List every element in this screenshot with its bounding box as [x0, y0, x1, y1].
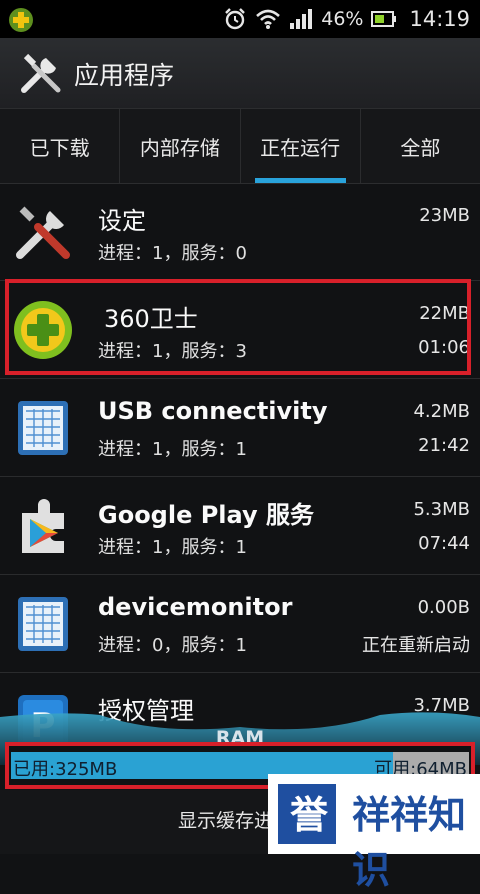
tab-label: 正在运行	[260, 135, 341, 160]
app-process-info: 进程：1，服务：0	[98, 243, 247, 264]
running-apps-list: 设定 进程：1，服务：0 23MB 360卫士 进程：1，服务：3 22MB 0…	[0, 183, 480, 770]
watermark-text: 誉	[290, 793, 330, 837]
clock: 14:19	[409, 7, 470, 31]
app-runtime: 21:42	[418, 435, 470, 456]
app-process-info: 进程：1，服务：1	[98, 537, 247, 558]
tab-all[interactable]: 全部	[361, 109, 480, 183]
app-memory-size: 23MB	[419, 205, 470, 226]
show-cached-processes-button[interactable]: 显示缓存进	[178, 806, 273, 833]
page-title: 应用程序	[74, 61, 175, 90]
tab-internal-storage[interactable]: 内部存储	[120, 109, 241, 183]
signal-icon	[290, 9, 313, 29]
action-bar: 应用程序	[0, 38, 480, 108]
app-memory-size: 0.00B	[417, 597, 470, 618]
wifi-icon	[256, 9, 281, 29]
app-process-info: 进程：0，服务：1	[98, 635, 247, 656]
app-memory-size: 5.3MB	[413, 499, 470, 520]
google-play-services-icon	[22, 499, 64, 553]
tools-icon[interactable]	[18, 50, 64, 96]
blueprint-app-icon	[18, 597, 68, 651]
tab-label: 内部存储	[139, 135, 220, 160]
blueprint-app-icon	[18, 401, 68, 455]
app-runtime: 07:44	[418, 533, 470, 554]
battery-icon	[371, 11, 397, 27]
app-name: Google Play 服务	[98, 501, 314, 529]
list-item[interactable]: 设定 进程：1，服务：0 23MB	[0, 183, 480, 281]
tab-bar: 已下载 内部存储 正在运行 全部	[0, 108, 480, 184]
tab-downloaded[interactable]: 已下载	[0, 109, 121, 183]
list-item[interactable]: Google Play 服务 进程：1，服务：1 5.3MB 07:44	[0, 477, 480, 575]
app-memory-size: 4.2MB	[413, 401, 470, 422]
settings-tools-icon	[16, 206, 70, 259]
list-item[interactable]: devicemonitor 进程：0，服务：1 0.00B 正在重新启动	[0, 575, 480, 673]
tab-label: 已下载	[29, 135, 90, 160]
app-name: devicemonitor	[98, 593, 293, 621]
watermark-logo: 誉 祥祥知识	[268, 774, 480, 892]
app-status: 正在重新启动	[362, 635, 470, 656]
tab-running[interactable]: 正在运行	[241, 109, 361, 183]
status-bar: 46% 14:19	[0, 0, 480, 38]
tab-label: 全部	[400, 135, 441, 160]
ram-used-text: 已用:325MB	[13, 759, 118, 780]
highlight-frame	[5, 279, 471, 375]
app-process-info: 进程：1，服务：1	[98, 439, 247, 460]
alarm-icon	[225, 8, 246, 30]
battery-percent: 46%	[321, 8, 364, 30]
app-name: 设定	[98, 207, 146, 235]
watermark-text: 祥祥知识	[352, 793, 467, 892]
app-notification-icon	[9, 8, 33, 32]
list-item[interactable]: USB connectivity 进程：1，服务：1 4.2MB 21:42	[0, 379, 480, 477]
app-name: USB connectivity	[98, 397, 328, 425]
